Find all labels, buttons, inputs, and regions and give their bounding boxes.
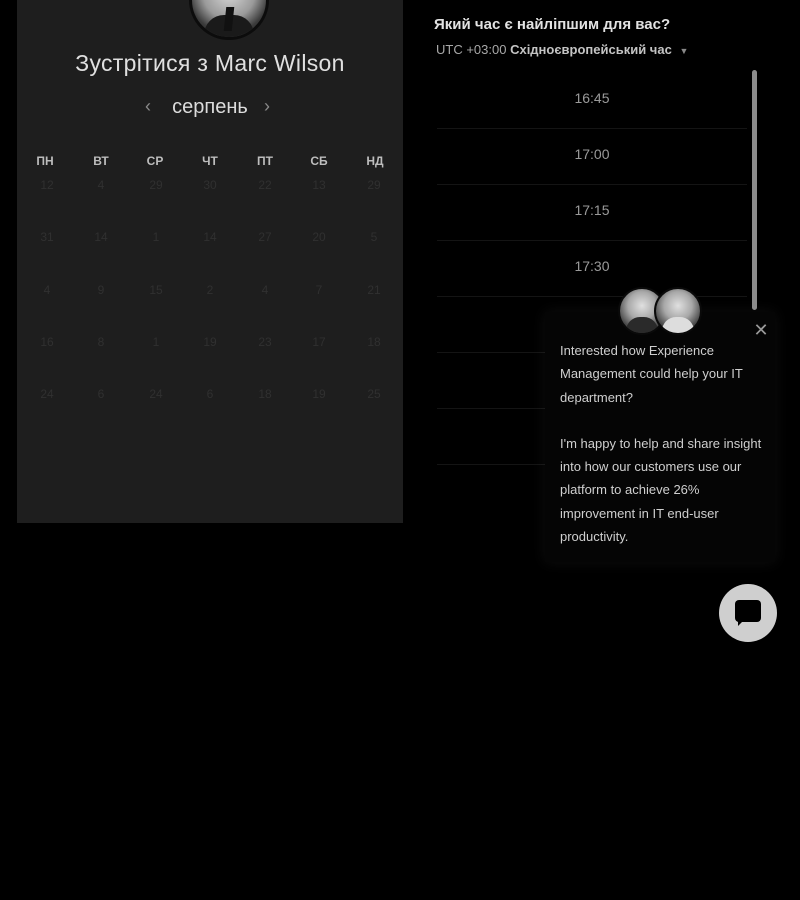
weekday-sat: СБ	[310, 154, 328, 168]
calendar-week: 24 6 24 6 18 19 25	[17, 387, 403, 407]
calendar-day[interactable]: 4	[27, 283, 67, 297]
timezone-offset: UTC +03:00	[436, 42, 507, 57]
calendar-day[interactable]: 7	[299, 283, 339, 297]
calendar-week: 16 8 1 19 23 17 18	[17, 335, 403, 355]
calendar-day[interactable]: 6	[81, 387, 121, 401]
calendar-day[interactable]: 1	[136, 335, 176, 349]
calendar-day[interactable]: 4	[245, 283, 285, 297]
time-slot-scrollbar[interactable]	[752, 70, 757, 310]
calendar-day[interactable]: 22	[245, 178, 285, 192]
calendar-day[interactable]: 14	[190, 230, 230, 244]
caret-down-icon: ▼	[679, 46, 689, 56]
month-label: серпень	[172, 96, 248, 118]
close-icon[interactable]: ✕	[752, 320, 770, 340]
calendar-day[interactable]: 18	[354, 335, 394, 349]
agent-body	[662, 317, 694, 333]
calendar-week: 12 4 29 30 22 13 29	[17, 178, 403, 198]
calendar-day[interactable]: 14	[81, 230, 121, 244]
time-slot[interactable]: 17:15	[437, 184, 747, 241]
time-slot[interactable]: 16:45	[437, 72, 747, 129]
calendar-week: 4 9 15 2 4 7 21	[17, 283, 403, 303]
calendar-day[interactable]: 29	[354, 178, 394, 192]
calendar-day[interactable]: 15	[136, 283, 176, 297]
agent-body	[626, 317, 658, 333]
chat-message-paragraph: Interested how Experience Management cou…	[560, 343, 743, 405]
chat-message: Interested how Experience Management cou…	[560, 339, 765, 548]
calendar-week: 31 14 1 14 27 20 5	[17, 230, 403, 250]
calendar-day[interactable]: 30	[190, 178, 230, 192]
calendar-day[interactable]: 4	[81, 178, 121, 192]
calendar-day[interactable]: 12	[27, 178, 67, 192]
agent-avatar	[654, 287, 702, 335]
calendar-day[interactable]: 19	[190, 335, 230, 349]
calendar-day[interactable]: 27	[245, 230, 285, 244]
calendar-day[interactable]: 1	[136, 230, 176, 244]
weekday-fri: ПТ	[257, 154, 273, 168]
weekday-thu: ЧТ	[202, 154, 218, 168]
chat-message-paragraph: I'm happy to help and share insight into…	[560, 435, 762, 545]
calendar-day[interactable]: 9	[81, 283, 121, 297]
timezone-selector[interactable]: UTC +03:00 Східноєвропейський час ▼	[436, 42, 688, 57]
calendar-day[interactable]: 21	[354, 283, 394, 297]
time-question: Який час є найліпшим для вас?	[434, 16, 671, 33]
chevron-right-icon[interactable]: ›	[264, 96, 270, 117]
calendar-day[interactable]: 5	[354, 230, 394, 244]
calendar-panel: Зустрітися з Marc Wilson ‹ серпень › ПН …	[17, 0, 403, 523]
calendar-day[interactable]: 17	[299, 335, 339, 349]
chat-agent-avatars	[618, 287, 704, 335]
calendar-day[interactable]: 23	[245, 335, 285, 349]
chat-bubble-tail	[738, 620, 744, 626]
chat-launcher-button[interactable]	[719, 584, 777, 642]
calendar-day[interactable]: 13	[299, 178, 339, 192]
calendar-day[interactable]: 20	[299, 230, 339, 244]
calendar-day[interactable]: 31	[27, 230, 67, 244]
calendar-day[interactable]: 25	[354, 387, 394, 401]
time-slot[interactable]: 17:00	[437, 128, 747, 185]
calendar-title: Зустрітися з Marc Wilson	[75, 50, 345, 76]
calendar-day[interactable]: 19	[299, 387, 339, 401]
weekday-wed: СР	[146, 154, 164, 168]
calendar-day[interactable]: 24	[136, 387, 176, 401]
calendar-day[interactable]: 18	[245, 387, 285, 401]
calendar-day[interactable]: 2	[190, 283, 230, 297]
host-avatar	[189, 0, 269, 40]
weekday-sun: НД	[366, 154, 384, 168]
weekday-tue: ВТ	[93, 154, 109, 168]
weekday-mon: ПН	[36, 154, 54, 168]
calendar-day[interactable]: 6	[190, 387, 230, 401]
calendar-day[interactable]: 8	[81, 335, 121, 349]
calendar-day[interactable]: 16	[27, 335, 67, 349]
month-navigation: ‹ серпень ›	[17, 96, 403, 124]
calendar-day[interactable]: 24	[27, 387, 67, 401]
timezone-name: Східноєвропейський час	[510, 42, 672, 57]
calendar-day[interactable]: 29	[136, 178, 176, 192]
chat-bubble-icon	[735, 600, 761, 622]
